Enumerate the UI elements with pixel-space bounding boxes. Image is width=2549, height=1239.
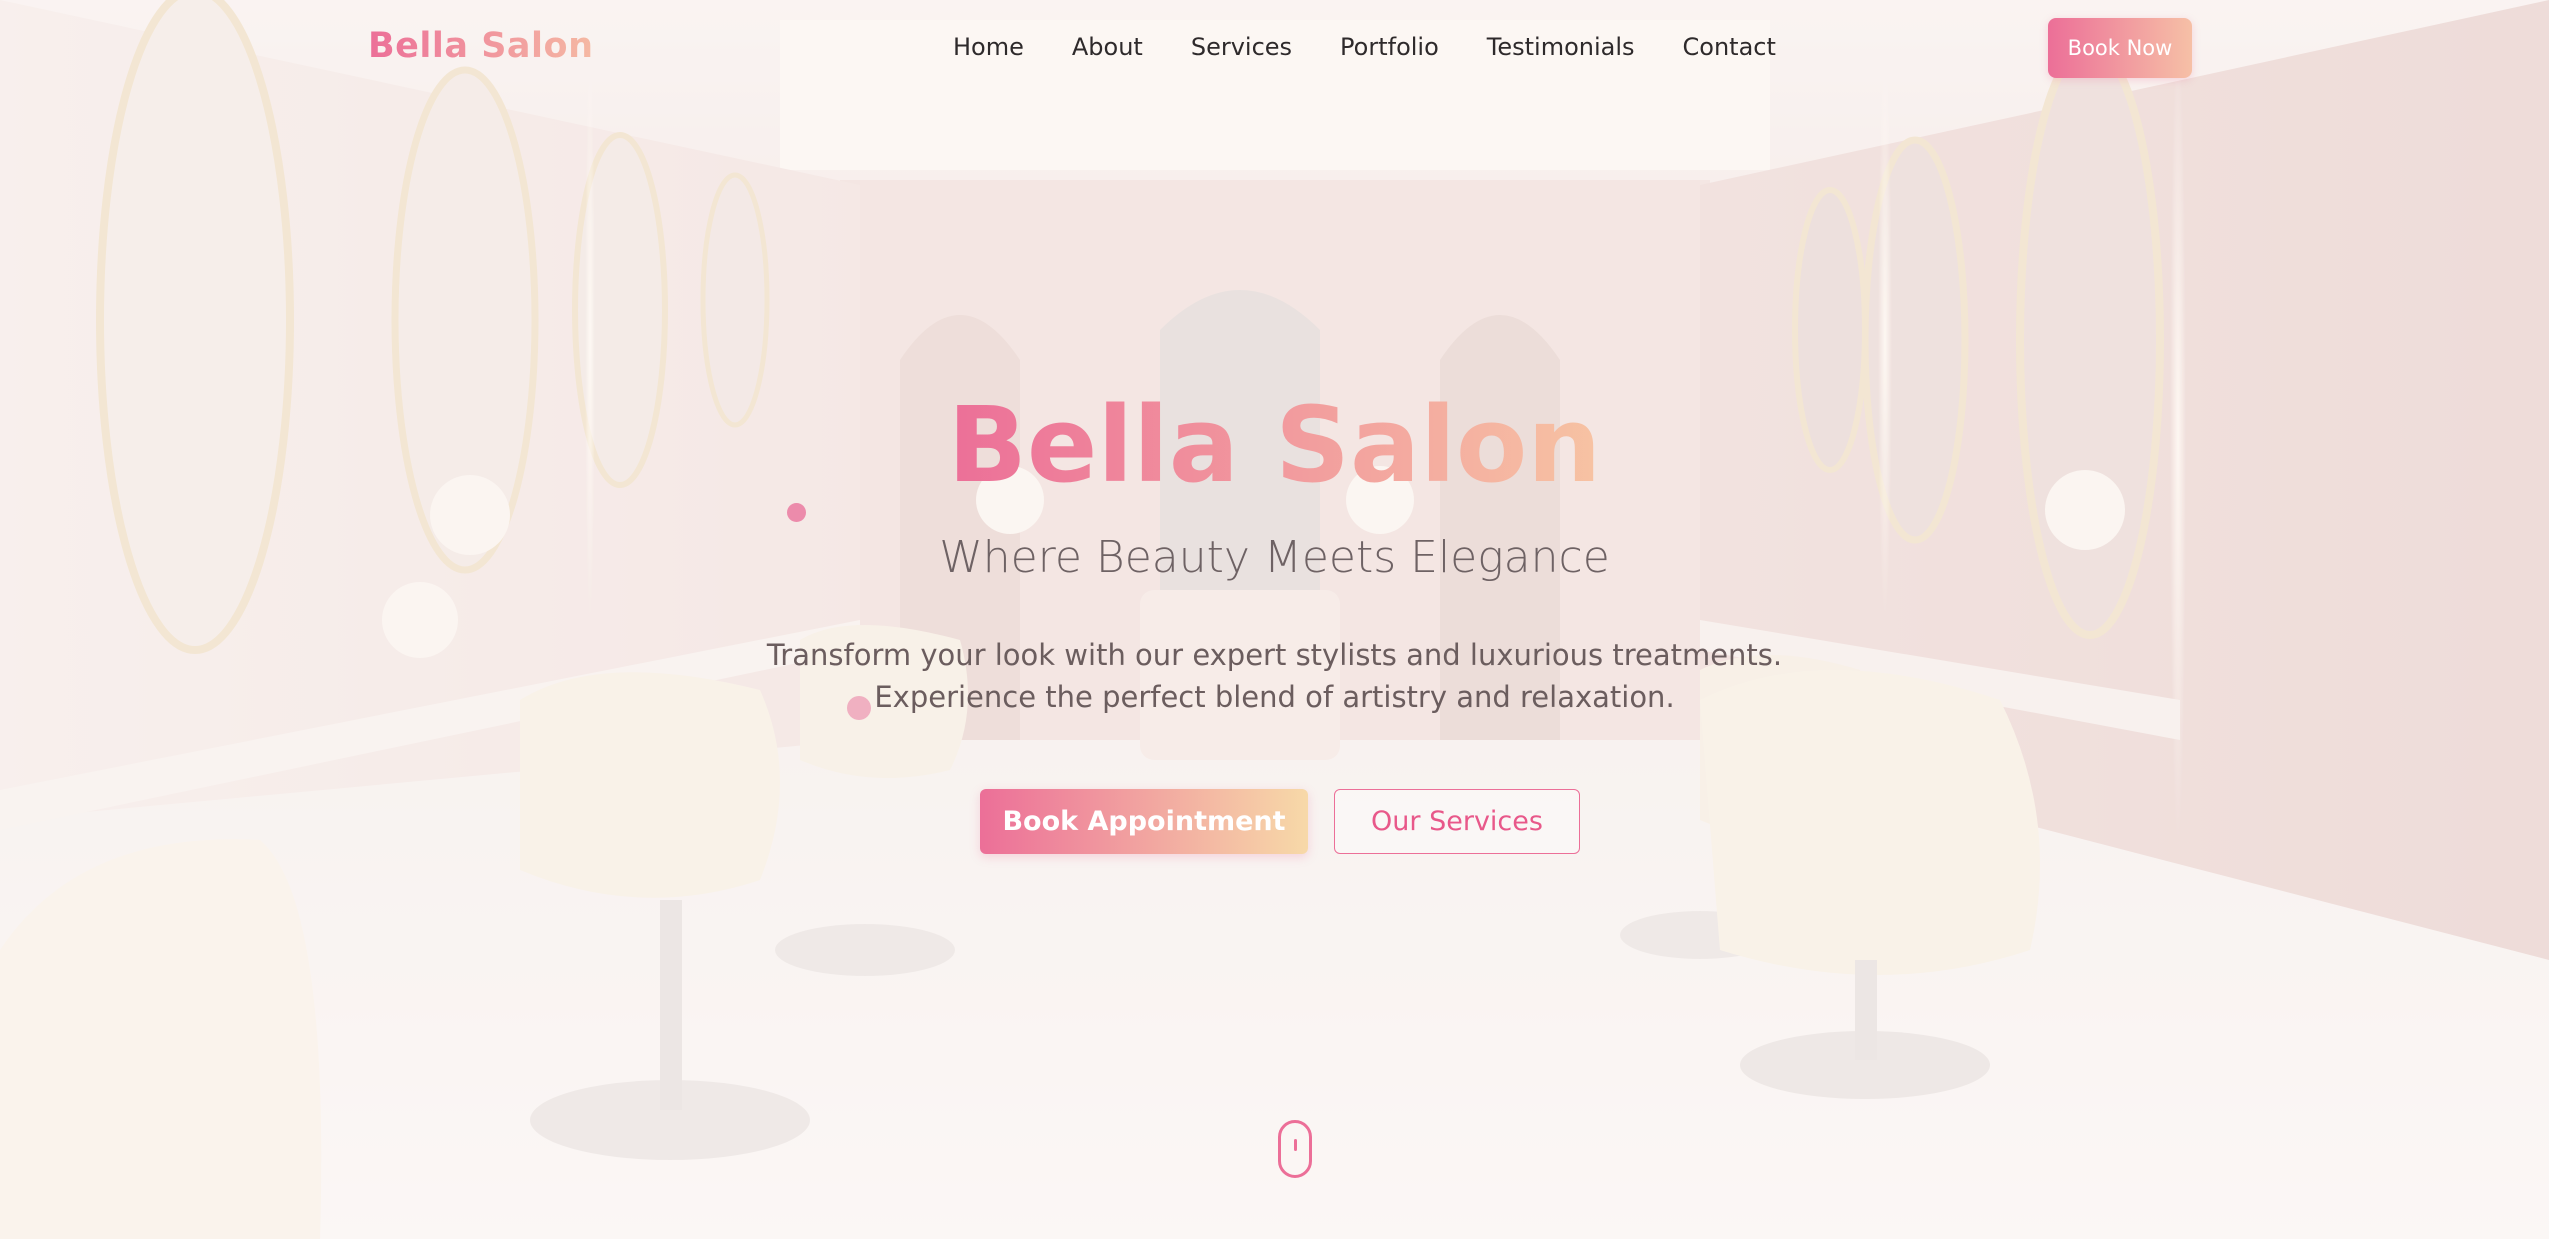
mouse-scroll-icon[interactable]	[1278, 1120, 1312, 1178]
top-navbar: Bella Salon Home About Services Portfoli…	[0, 0, 2549, 100]
nav-link-services[interactable]: Services	[1191, 33, 1292, 61]
background-overlay	[0, 0, 2549, 1239]
nav-link-portfolio[interactable]: Portfolio	[1340, 33, 1439, 61]
nav-links: Home About Services Portfolio Testimonia…	[953, 33, 1824, 61]
brand-logo[interactable]: Bella Salon	[368, 26, 594, 66]
hero-title-text: Bella Salon	[947, 384, 1602, 506]
nav-link-contact[interactable]: Contact	[1683, 33, 1776, 61]
hero-section: Bella Salon Home About Services Portfoli…	[0, 0, 2549, 1239]
hero-subtitle: Where Beauty Meets Elegance	[939, 532, 1610, 583]
hero-description-line: Transform your look with our expert styl…	[766, 638, 1783, 672]
hero-description-line: Experience the perfect blend of artistry…	[874, 680, 1675, 714]
hero-title: Bella Salon	[0, 385, 2549, 505]
nav-link-testimonials[interactable]: Testimonials	[1487, 33, 1635, 61]
hero-description: Transform your look with our expert styl…	[0, 634, 2549, 718]
our-services-button[interactable]: Our Services	[1334, 789, 1580, 854]
nav-link-home[interactable]: Home	[953, 33, 1024, 61]
book-appointment-button[interactable]: Book Appointment	[980, 789, 1308, 854]
nav-link-about[interactable]: About	[1072, 33, 1143, 61]
scroll-wheel	[1294, 1139, 1297, 1151]
book-now-button[interactable]: Book Now	[2048, 18, 2192, 78]
decorative-dot	[787, 503, 806, 522]
